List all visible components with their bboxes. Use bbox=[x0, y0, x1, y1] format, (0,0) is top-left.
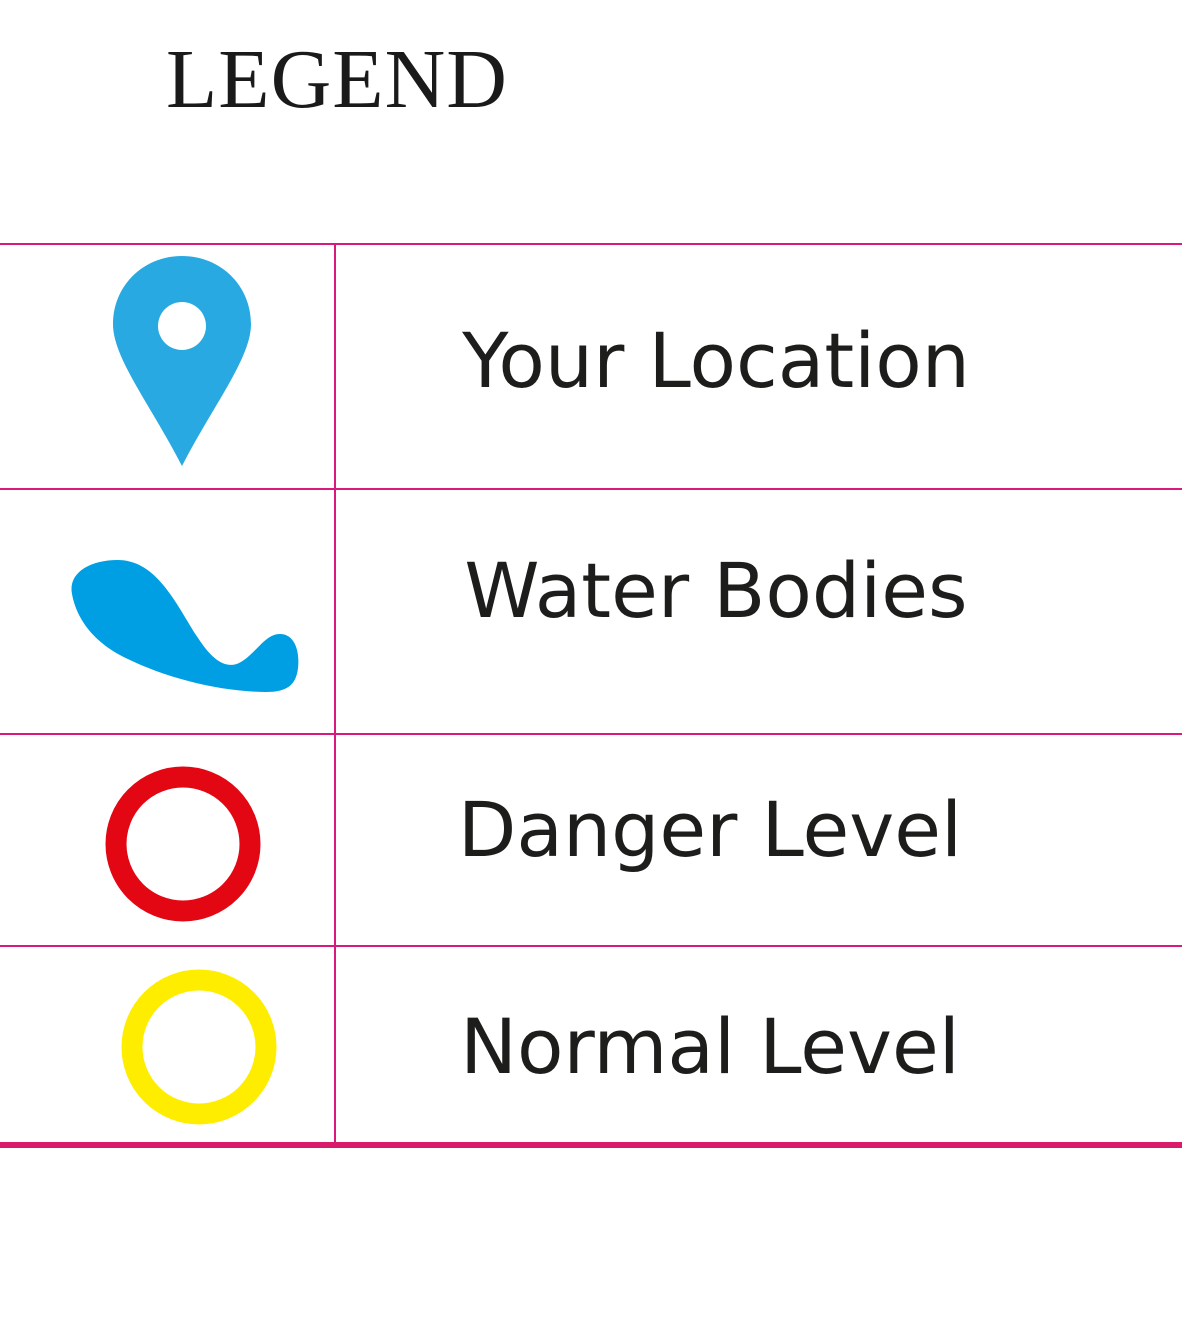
row-divider bbox=[0, 488, 1182, 490]
legend-item-label: Water Bodies bbox=[464, 546, 968, 635]
table-top-rule bbox=[0, 243, 1182, 245]
legend-item-label: Normal Level bbox=[460, 1002, 960, 1091]
table-bottom-rule bbox=[0, 1142, 1182, 1148]
row-divider bbox=[0, 945, 1182, 947]
location-pin-icon bbox=[113, 256, 251, 466]
row-divider bbox=[0, 733, 1182, 735]
legend-item-label: Your Location bbox=[462, 316, 970, 405]
water-body-icon bbox=[71, 560, 299, 692]
legend-title: LEGEND bbox=[166, 33, 508, 126]
red-circle-icon bbox=[105, 766, 261, 922]
legend-item-label: Danger Level bbox=[457, 785, 963, 874]
yellow-circle-icon bbox=[121, 969, 277, 1125]
